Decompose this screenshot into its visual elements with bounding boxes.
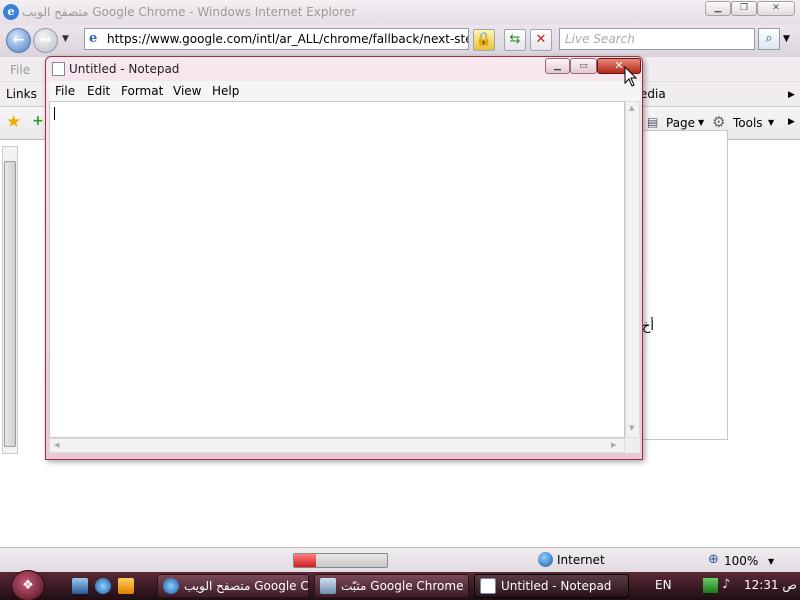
chrome-installer-icon (320, 578, 336, 594)
forward-arrow-icon[interactable]: → (33, 28, 58, 53)
notepad-menu-bar: File Edit Format View Help (49, 81, 640, 101)
scroll-up-icon[interactable]: ▲ (629, 104, 634, 112)
ie-quicklaunch-icon[interactable] (95, 578, 111, 594)
tools-gear-icon: ⚙ (712, 113, 726, 131)
search-options-icon[interactable]: ▼ (783, 34, 790, 44)
minimize-button[interactable]: ▁ (705, 1, 731, 16)
address-text: https://www.google.com/intl/ar_ALL/chrom… (107, 32, 469, 46)
page-text-fragment: أخ (642, 319, 655, 334)
task-label: متصفح الويب Google C... (184, 579, 309, 593)
task-label: مثبّت Google Chrome (341, 579, 464, 593)
scroll-down-icon[interactable]: ▼ (629, 424, 634, 432)
notepad-text-area[interactable] (49, 101, 625, 438)
page-dropdown-icon[interactable]: ▼ (698, 118, 704, 127)
tools-dropdown-icon[interactable]: ▼ (768, 118, 774, 127)
favorites-star-icon[interactable]: ★ (6, 112, 21, 132)
task-ie-window[interactable]: متصفح الويب Google C... (157, 574, 309, 598)
language-indicator[interactable]: EN (655, 578, 672, 592)
page-menu-icon: ▤ (647, 115, 659, 129)
links-item[interactable]: edia (640, 87, 666, 101)
notepad-window: Untitled - Notepad ▁ ▭ ✕ File Edit Forma… (45, 56, 643, 460)
notepad-horizontal-scrollbar[interactable]: ◀ ▶ (49, 438, 625, 453)
page-progress-bar (293, 553, 388, 568)
chevron-right-icon[interactable]: ▶ (788, 90, 795, 100)
media-player-icon[interactable] (118, 578, 134, 594)
page-menu[interactable]: Page (666, 116, 695, 130)
page-icon: e (89, 31, 98, 46)
mouse-cursor-icon (624, 66, 638, 87)
zoom-icon: ⊕ (708, 552, 719, 567)
resize-grip-icon[interactable] (625, 438, 640, 453)
notepad-menu-file[interactable]: File (55, 84, 75, 98)
show-desktop-icon[interactable] (72, 578, 88, 594)
notepad-menu-help[interactable]: Help (212, 84, 239, 98)
maximize-button[interactable]: ❐ (731, 1, 757, 16)
notepad-vertical-scrollbar[interactable]: ▲ ▼ (625, 101, 640, 438)
notepad-maximize-button[interactable]: ▭ (570, 58, 597, 74)
task-chrome-installer[interactable]: مثبّت Google Chrome (314, 574, 469, 598)
close-button[interactable]: ✕ (757, 1, 795, 16)
stop-icon[interactable]: ✕ (530, 29, 552, 51)
back-arrow-icon[interactable]: ← (6, 28, 31, 53)
links-label[interactable]: Links (6, 87, 37, 101)
chevron-right-icon[interactable]: ▶ (788, 117, 795, 127)
ie-status-bar: Internet ⊕ 100% ▼ (0, 547, 800, 572)
notepad-minimize-button[interactable]: ▁ (545, 58, 570, 74)
address-bar[interactable]: e https://www.google.com/intl/ar_ALL/chr… (84, 28, 469, 50)
notepad-title: Untitled - Notepad (69, 62, 180, 76)
notepad-icon (52, 62, 65, 76)
zoom-dropdown-icon[interactable]: ▼ (768, 557, 774, 566)
ie-title-bar: e متصفح الويب Google Chrome - Windows In… (0, 0, 800, 25)
scroll-right-icon[interactable]: ▶ (611, 441, 616, 449)
notepad-menu-format[interactable]: Format (121, 84, 163, 98)
add-favorite-icon[interactable]: + (32, 113, 44, 129)
taskbar: ❖ متصفح الويب Google C... مثبّت Google C… (0, 570, 800, 600)
ie-task-icon (163, 578, 179, 594)
windows-start-icon[interactable]: ❖ (11, 570, 45, 600)
tools-menu[interactable]: Tools (733, 116, 763, 130)
search-icon[interactable]: ⌕ (758, 28, 780, 50)
text-caret (54, 107, 55, 120)
ie-logo-icon: e (3, 4, 19, 20)
ie-vertical-scrollbar[interactable] (2, 146, 18, 454)
globe-icon (538, 552, 553, 567)
security-zone: Internet (557, 553, 605, 567)
network-icon[interactable] (703, 578, 718, 593)
lock-icon[interactable]: 🔒 (473, 29, 495, 51)
notepad-menu-view[interactable]: View (173, 84, 201, 98)
progress-fill (294, 554, 317, 567)
notepad-task-icon (480, 578, 496, 594)
history-dropdown-icon[interactable]: ▼ (62, 34, 69, 44)
zoom-level[interactable]: 100% (724, 554, 758, 568)
task-notepad[interactable]: Untitled - Notepad (474, 574, 629, 598)
ie-navigation-bar: ← → ▼ e https://www.google.com/intl/ar_A… (0, 25, 800, 57)
scroll-left-icon[interactable]: ◀ (54, 441, 59, 449)
ie-window-title: متصفح الويب Google Chrome - Windows Inte… (22, 5, 357, 19)
search-input[interactable]: Live Search (559, 28, 755, 50)
clock[interactable]: 12:31 ص (744, 578, 797, 592)
menu-file[interactable]: File (10, 63, 30, 77)
task-label: Untitled - Notepad (501, 579, 612, 593)
volume-icon[interactable]: ♪ (722, 577, 730, 592)
refresh-icon[interactable]: ⇆ (504, 29, 526, 51)
scroll-thumb[interactable] (4, 161, 16, 447)
page-frame: أخ (640, 130, 728, 440)
notepad-menu-edit[interactable]: Edit (87, 84, 110, 98)
